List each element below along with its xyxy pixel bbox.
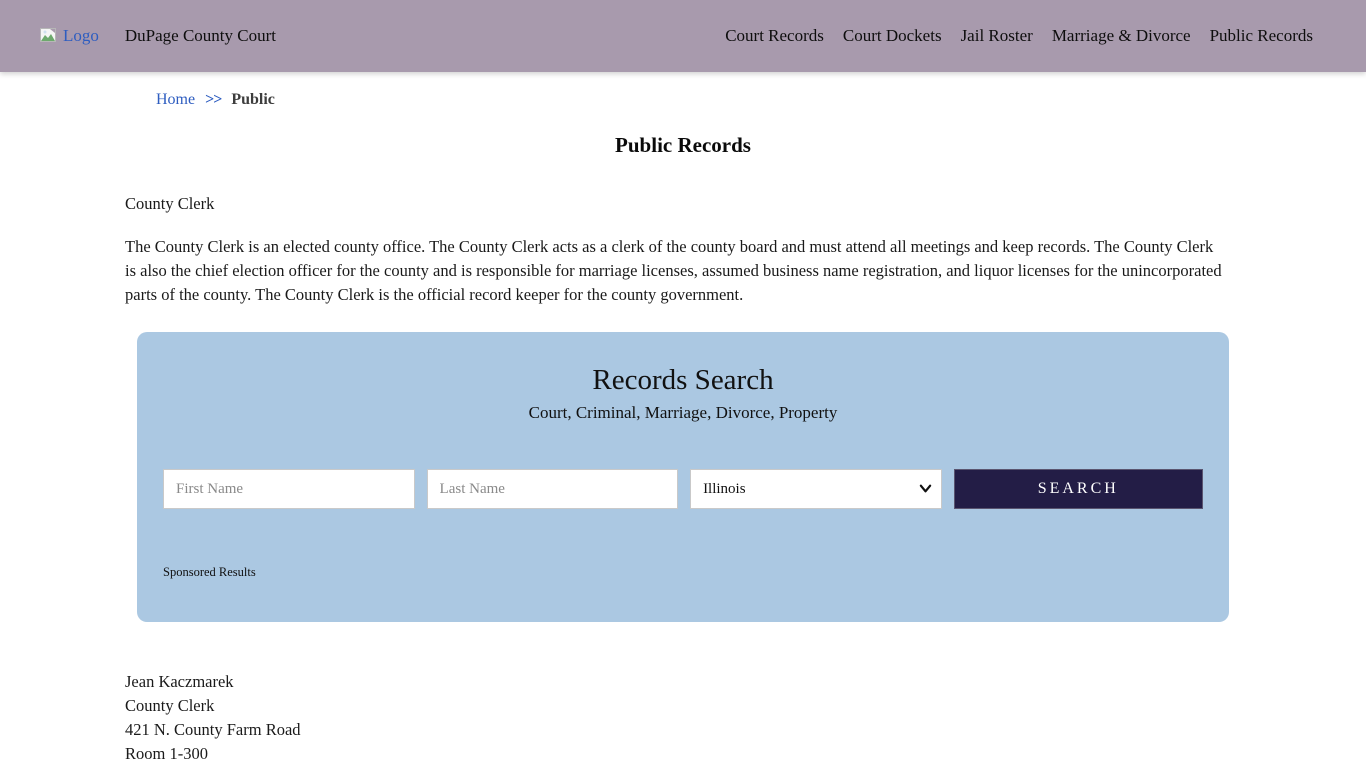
section-label: County Clerk	[125, 194, 1366, 214]
records-search-subtitle: Court, Criminal, Marriage, Divorce, Prop…	[163, 403, 1203, 423]
contact-block: Jean Kaczmarek County Clerk 421 N. Count…	[125, 670, 1366, 766]
site-title: DuPage County Court	[125, 26, 276, 46]
logo-link[interactable]: Logo	[40, 26, 99, 46]
page-title: Public Records	[0, 133, 1366, 158]
records-search-title: Records Search	[163, 364, 1203, 397]
breadcrumb-current: Public	[231, 91, 275, 109]
last-name-input[interactable]	[427, 469, 679, 509]
search-form-row: Illinois SEARCH	[163, 469, 1203, 509]
contact-name: Jean Kaczmarek	[125, 670, 1366, 694]
contact-title: County Clerk	[125, 694, 1366, 718]
records-search-panel: Records Search Court, Criminal, Marriage…	[137, 332, 1229, 622]
breadcrumb-home-link[interactable]: Home	[156, 91, 195, 109]
nav-marriage-divorce[interactable]: Marriage & Divorce	[1052, 26, 1191, 46]
breadcrumb-separator: >>	[205, 91, 221, 109]
contact-address: 421 N. County Farm Road	[125, 718, 1366, 742]
state-select[interactable]: Illinois	[690, 469, 941, 509]
main-nav: Court Records Court Dockets Jail Roster …	[725, 26, 1313, 46]
sponsored-results-label: Sponsored Results	[163, 565, 1203, 580]
first-name-input[interactable]	[163, 469, 415, 509]
nav-court-records[interactable]: Court Records	[725, 26, 824, 46]
search-button[interactable]: SEARCH	[954, 469, 1203, 509]
contact-room: Room 1-300	[125, 742, 1366, 766]
header: Logo DuPage County Court Court Records C…	[0, 0, 1366, 72]
broken-image-icon	[40, 28, 60, 45]
state-select-wrap: Illinois	[690, 469, 941, 509]
nav-jail-roster[interactable]: Jail Roster	[961, 26, 1033, 46]
breadcrumb: Home >> Public	[156, 91, 1366, 109]
nav-public-records[interactable]: Public Records	[1210, 26, 1313, 46]
logo-alt-text: Logo	[63, 26, 99, 46]
nav-court-dockets[interactable]: Court Dockets	[843, 26, 942, 46]
county-clerk-description: The County Clerk is an elected county of…	[125, 235, 1226, 307]
